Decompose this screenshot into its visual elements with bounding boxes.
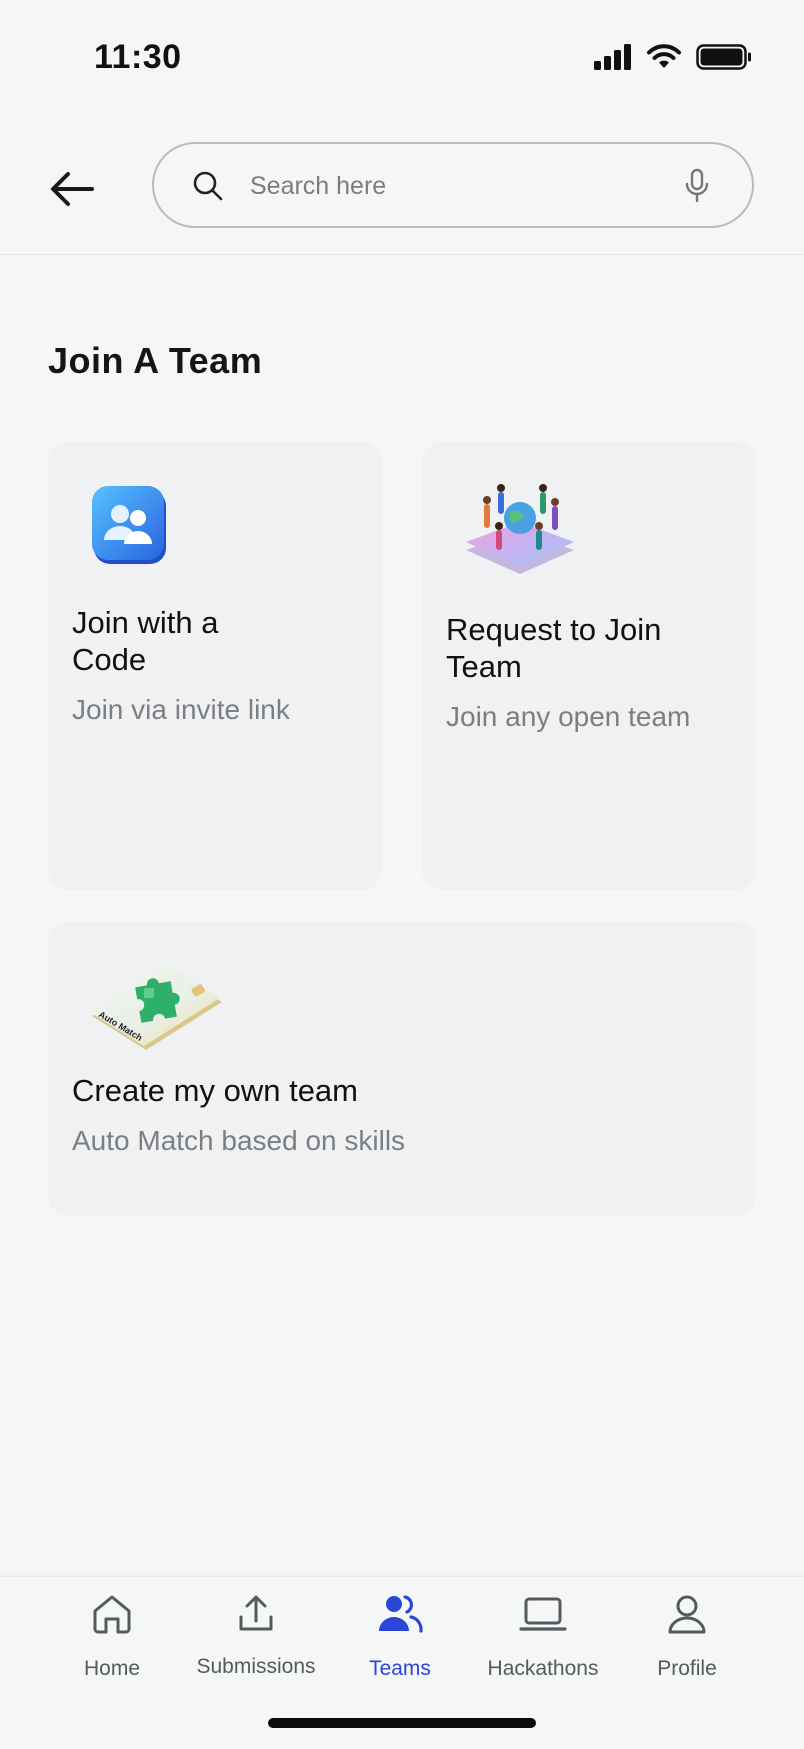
- nav-label-hackathons: Hackathons: [487, 1657, 599, 1680]
- card-subtitle: Join via invite link: [72, 694, 290, 725]
- search-input[interactable]: [248, 162, 672, 210]
- card-title-line1: Join with a: [72, 605, 219, 640]
- auto-match-card-icon: Auto Match: [90, 964, 222, 1050]
- wifi-icon: [647, 44, 681, 68]
- nav-item-submissions[interactable]: Submissions: [186, 1577, 326, 1707]
- search-icon: [193, 171, 223, 201]
- nav-item-home[interactable]: Home: [42, 1577, 182, 1707]
- team-badge-icon: [92, 486, 166, 564]
- card-subtitle: Join any open team: [446, 701, 691, 732]
- nav-label-profile: Profile: [657, 1657, 717, 1680]
- nav-label-home: Home: [83, 1657, 141, 1680]
- search-bar[interactable]: [152, 142, 754, 228]
- home-icon: [93, 1595, 131, 1634]
- nav-label-teams: Teams: [369, 1657, 431, 1680]
- signal-icon: [594, 44, 631, 70]
- create-team-card[interactable]: Auto Match Create my own team Auto Match…: [48, 922, 756, 1216]
- request-to-join-card[interactable]: Request to Join Team Join any open team: [422, 442, 756, 890]
- card-subtitle: Auto Match based on skills: [72, 1125, 406, 1156]
- nav-item-hackathons[interactable]: Hackathons: [473, 1577, 613, 1707]
- card-title: Create my own team: [72, 1073, 358, 1108]
- status-icons: [594, 44, 752, 70]
- page-title: Join A Team: [48, 340, 263, 381]
- back-button[interactable]: [44, 164, 100, 214]
- globe-people-icon: [466, 484, 574, 574]
- header: [0, 120, 804, 255]
- card-title-line1: Request to Join: [446, 612, 662, 647]
- laptop-icon: [519, 1597, 567, 1631]
- home-indicator: [268, 1718, 536, 1728]
- profile-icon: [668, 1595, 706, 1634]
- nav-item-profile[interactable]: Profile: [617, 1577, 757, 1707]
- battery-icon: [696, 44, 751, 70]
- nav-item-teams[interactable]: Teams: [330, 1577, 470, 1707]
- teams-icon: [379, 1595, 423, 1633]
- card-title-line2: Team: [446, 649, 522, 684]
- upload-icon: [239, 1595, 273, 1631]
- microphone-icon[interactable]: [684, 168, 710, 204]
- status-bar: 11:30: [0, 0, 804, 120]
- nav-label-submissions: Submissions: [196, 1655, 316, 1678]
- status-time: 11:30: [94, 38, 182, 76]
- join-with-code-card[interactable]: Join with a Code Join via invite link: [48, 442, 382, 890]
- card-title-line2: Code: [72, 642, 147, 677]
- arrow-left-icon: [51, 172, 94, 206]
